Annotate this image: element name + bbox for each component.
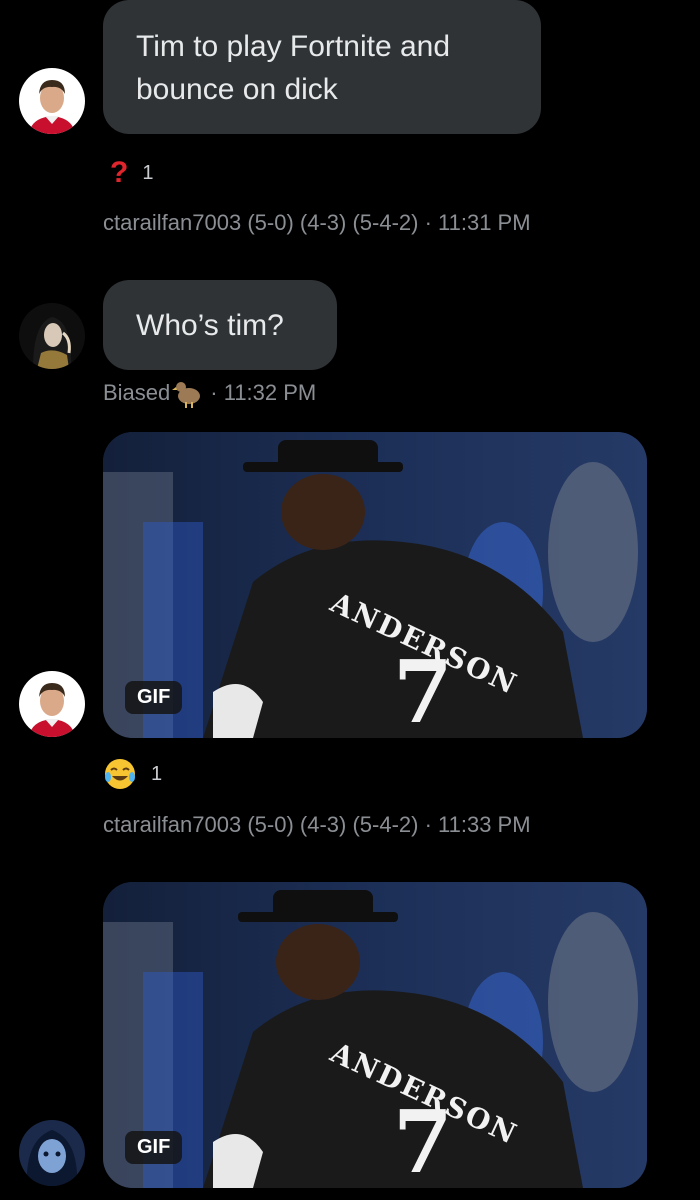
gif-badge: GIF: [125, 1131, 183, 1164]
message-meta: Biased · 11:32 PM: [103, 378, 316, 408]
message-text: Tim to play Fortnite and bounce on dick: [136, 30, 451, 106]
avatar[interactable]: [19, 1120, 85, 1186]
gif-badge: GIF: [125, 681, 183, 714]
question-mark-emoji-icon: ?: [110, 156, 129, 189]
reaction[interactable]: ? 1: [110, 158, 153, 188]
avatar-image: [19, 671, 85, 737]
reaction[interactable]: 1: [103, 757, 162, 791]
reaction-count: 1: [142, 161, 154, 184]
message-meta: ctarailfan7003 (5-0) (4-3) (5-4-2) · 11:…: [103, 210, 531, 235]
message-meta: ctarailfan7003 (5-0) (4-3) (5-4-2) · 11:…: [103, 812, 531, 837]
avatar-image: [19, 68, 85, 134]
gif-card[interactable]: ANDERSON 7 GIF: [103, 432, 647, 738]
gif-image: [103, 432, 647, 738]
gif-card[interactable]: ANDERSON 7 GIF: [103, 882, 647, 1188]
laughing-tears-emoji-icon: [103, 757, 137, 791]
jersey-number: 7: [393, 642, 453, 738]
jersey-number: 7: [393, 1092, 453, 1188]
avatar[interactable]: [19, 303, 85, 369]
message-bubble[interactable]: Tim to play Fortnite and bounce on dick: [103, 0, 541, 134]
avatar[interactable]: [19, 68, 85, 134]
dodo-bird-icon: [172, 378, 204, 408]
sender-name[interactable]: Biased: [103, 380, 170, 406]
gif-image: [103, 882, 647, 1188]
avatar-image: [19, 303, 85, 369]
reaction-count: 1: [151, 762, 163, 785]
message-text: Who’s tim?: [136, 309, 284, 342]
message-time: · 11:32 PM: [210, 380, 317, 405]
avatar[interactable]: [19, 671, 85, 737]
message-bubble[interactable]: Who’s tim?: [103, 280, 337, 370]
avatar-image: [19, 1120, 85, 1186]
